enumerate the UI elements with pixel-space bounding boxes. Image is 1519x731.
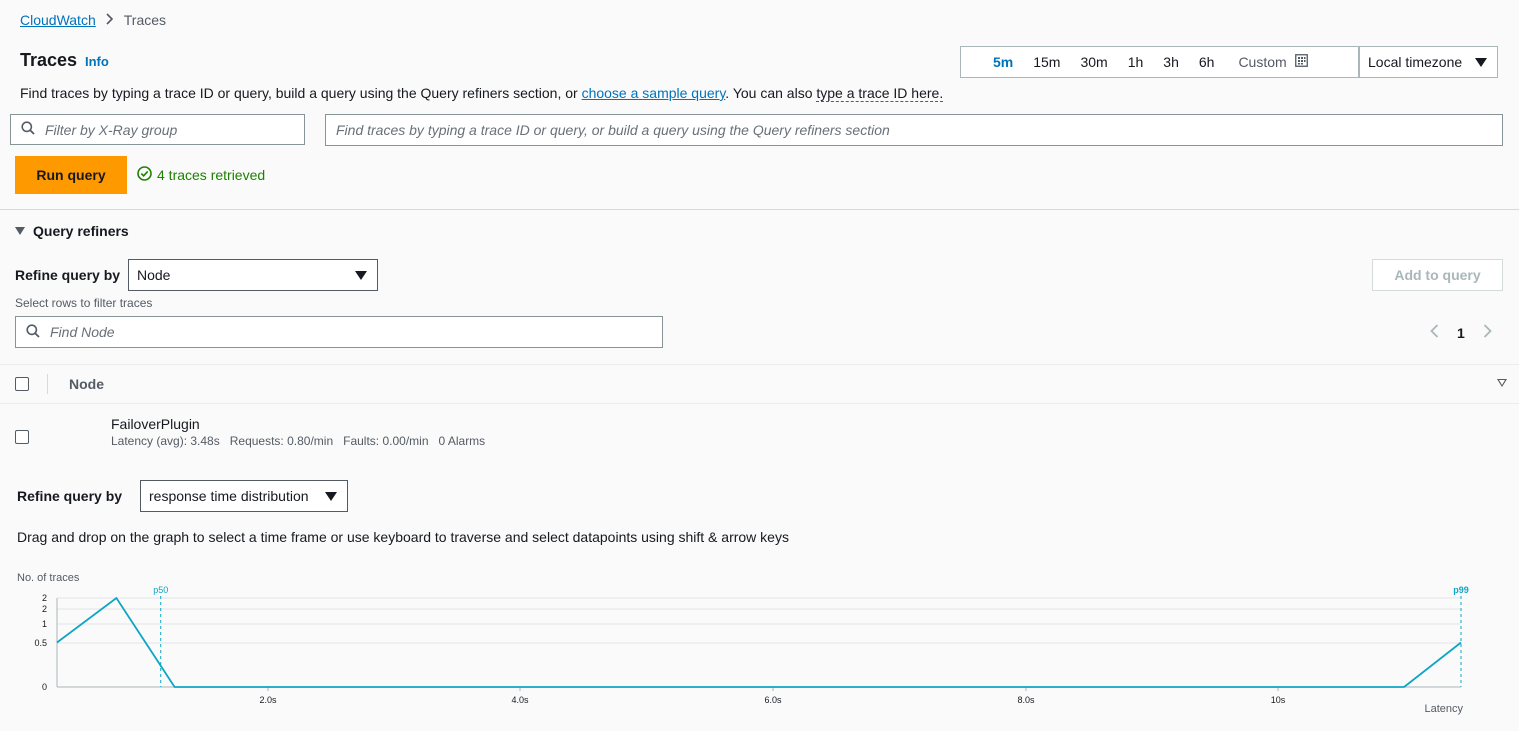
query-refiners-label: Query refiners (33, 223, 129, 239)
check-circle-icon (137, 166, 152, 184)
time-option-3h[interactable]: 3h (1153, 54, 1189, 70)
refine-by-value: Node (137, 267, 171, 283)
run-query-button[interactable]: Run query (15, 156, 127, 194)
graph-hint: Drag and drop on the graph to select a t… (17, 529, 789, 545)
trace-id-hint[interactable]: type a trace ID here. (816, 85, 944, 102)
search-icon (21, 121, 35, 138)
column-divider (47, 374, 48, 394)
y-tick-label: 2 (42, 593, 47, 603)
trace-query-input[interactable]: Find traces by typing a trace ID or quer… (325, 114, 1503, 146)
chevron-left-icon[interactable] (1430, 322, 1439, 343)
chevron-right-icon[interactable] (1483, 322, 1492, 343)
section-divider (0, 209, 1519, 210)
time-range-selector: 5m 15m 30m 1h 3h 6h Custom (960, 46, 1359, 78)
distribution-select[interactable]: response time distribution (140, 480, 348, 512)
node-alarms: 0 Alarms (438, 434, 486, 448)
calendar-icon (1294, 54, 1308, 70)
caret-down-icon (15, 227, 25, 235)
node-name: FailoverPlugin (111, 416, 200, 432)
status-indicator: 4 traces retrieved (137, 166, 265, 184)
description-middle: . You can also (725, 85, 817, 101)
percentile-label-p50: p50 (153, 585, 168, 595)
y-tick-label: 0 (42, 682, 47, 692)
distribution-value: response time distribution (149, 488, 309, 504)
percentile-label-p99: p99 (1453, 585, 1469, 595)
page-title: Traces (20, 50, 78, 70)
time-option-6h[interactable]: 6h (1189, 54, 1225, 70)
refine-query-label: Refine query by (15, 267, 121, 283)
status-text: 4 traces retrieved (157, 167, 266, 183)
x-tick-label: 8.0s (1017, 695, 1035, 705)
y-tick-label: 1 (42, 619, 47, 629)
x-tick-label: 10s (1271, 695, 1286, 705)
search-icon (26, 323, 40, 341)
pagination: 1 (1430, 322, 1492, 343)
node-latency: Latency (avg): 3.48s (111, 434, 220, 448)
trace-query-placeholder: Find traces by typing a trace ID or quer… (336, 122, 890, 138)
select-all-checkbox[interactable] (15, 377, 29, 391)
refine-query-label-2: Refine query by (17, 488, 123, 504)
breadcrumb: CloudWatch Traces (20, 12, 166, 28)
page-description: Find traces by typing a trace ID or quer… (20, 85, 944, 102)
chart-x-axis-label: Latency (1424, 703, 1463, 715)
timezone-select[interactable]: Local timezone (1359, 46, 1498, 78)
breadcrumb-current: Traces (123, 12, 167, 28)
y-tick-label: 2 (42, 604, 47, 614)
caret-down-icon (1475, 57, 1487, 67)
caret-down-icon (325, 491, 337, 501)
time-option-30m[interactable]: 30m (1070, 54, 1117, 70)
custom-label: Custom (1238, 54, 1287, 70)
time-option-5m[interactable]: 5m (983, 54, 1023, 70)
find-node-placeholder: Find Node (50, 324, 115, 340)
add-to-query-button[interactable]: Add to query (1372, 259, 1503, 291)
node-requests: Requests: 0.80/min (229, 434, 334, 448)
find-node-input[interactable]: Find Node (15, 316, 663, 348)
select-rows-hint: Select rows to filter traces (15, 296, 153, 310)
x-tick-label: 6.0s (764, 695, 782, 705)
xray-group-placeholder: Filter by X-Ray group (45, 121, 178, 138)
breadcrumb-cloudwatch-link[interactable]: CloudWatch (20, 12, 96, 28)
column-sort-icon[interactable] (1497, 379, 1507, 387)
caret-down-icon (355, 270, 367, 280)
sample-query-link[interactable]: choose a sample query (582, 85, 726, 101)
response-time-chart[interactable]: 0 0.5 1 22 2.0s 4.0s 6.0s 8.0s 10s Latency p50 p99 (0, 580, 1519, 731)
column-header-node[interactable]: Node (69, 376, 104, 392)
row-checkbox[interactable] (15, 430, 29, 444)
refine-by-select[interactable]: Node (128, 259, 378, 291)
xray-group-filter-input[interactable]: Filter by X-Ray group (10, 114, 305, 145)
time-option-custom[interactable]: Custom (1224, 54, 1317, 70)
node-metrics: Latency (avg): 3.48s Requests: 0.80/min … (111, 434, 485, 448)
timezone-value: Local timezone (1368, 54, 1463, 70)
x-tick-label: 2.0s (259, 695, 277, 705)
query-refiners-toggle[interactable]: Query refiners (15, 223, 129, 239)
chevron-right-icon (106, 12, 114, 28)
y-tick-label: 0.5 (34, 638, 47, 648)
time-option-15m[interactable]: 15m (1023, 54, 1070, 70)
page-number[interactable]: 1 (1457, 325, 1465, 341)
x-tick-label: 4.0s (511, 695, 529, 705)
time-option-1h[interactable]: 1h (1118, 54, 1154, 70)
description-prefix: Find traces by typing a trace ID or quer… (20, 85, 582, 101)
table-header (0, 364, 1519, 404)
node-faults: Faults: 0.00/min (343, 434, 429, 448)
info-link[interactable]: Info (85, 54, 109, 69)
